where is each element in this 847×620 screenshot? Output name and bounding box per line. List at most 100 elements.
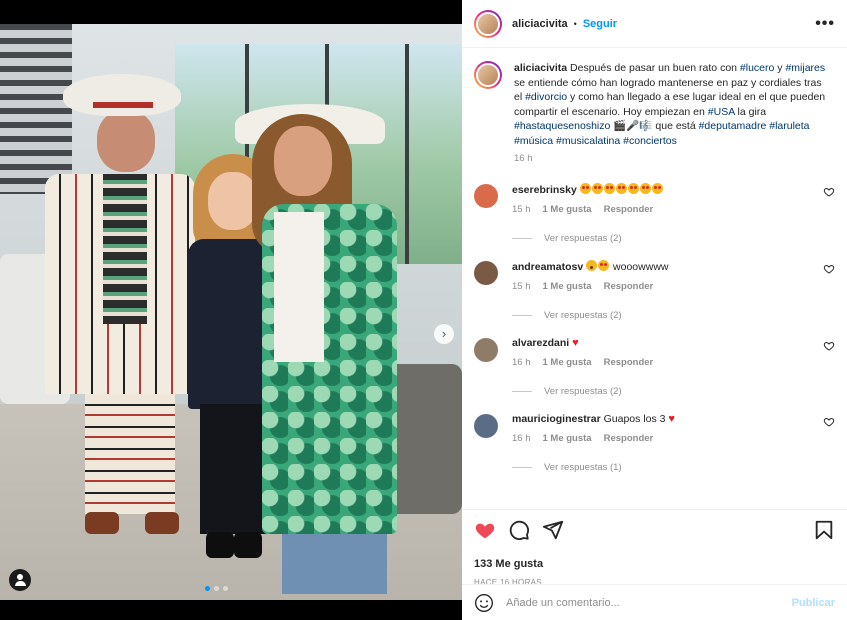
post-photo[interactable]: › [0,24,462,600]
likes-count[interactable]: 133 Me gusta [474,558,835,570]
view-replies-button[interactable]: Ver respuestas (2) [512,386,653,397]
share-icon[interactable] [542,519,564,541]
person-left [45,74,195,544]
comment-icon[interactable] [508,519,530,541]
post-details-panel: aliciacivita • Seguir ••• aliciacivita D… [462,0,847,620]
comment-like-heart-icon[interactable] [823,263,835,275]
view-replies-button[interactable]: Ver respuestas (2) [512,310,668,321]
author-avatar[interactable] [474,9,502,38]
publish-button[interactable]: Publicar [792,597,835,609]
hashtag-link[interactable]: #USA [708,106,735,118]
commenter-avatar[interactable] [474,337,498,362]
hashtag-link[interactable]: #lucero [740,62,774,74]
caption-segment: 🎬🎤🎼 que está [610,120,699,132]
reply-button[interactable]: Responder [604,433,654,444]
heart-eyes-emoji-icon [651,182,663,194]
heart-eyes-emoji-icon [603,182,615,194]
tagged-user-icon[interactable] [9,569,31,591]
comment-item: eserebrinsky 15 h 1 Me gusta Responder Ver … [474,182,835,244]
view-replies-label: Ver respuestas (2) [544,309,622,321]
hashtag-link[interactable]: #divorcio [525,91,567,103]
post-header: aliciacivita • Seguir ••• [462,0,847,48]
heart-eyes-emoji-icon [579,182,591,194]
commenter-username[interactable]: mauricioginestrar [512,413,601,425]
commenter-username[interactable]: andreamatosv [512,261,583,273]
like-heart-icon[interactable] [474,519,496,541]
comment-input[interactable] [506,596,792,609]
caption-segment: Después de pasar un buen rato con [570,62,740,74]
comment-time: 16 h [512,432,531,444]
post-caption: aliciacivita Después de pasar un buen ra… [474,61,835,167]
comment-text: eserebrinsky [512,182,664,196]
next-photo-chevron-icon[interactable]: › [434,324,454,344]
hashtag-link[interactable]: #musicalatina [556,135,620,147]
caption-text: aliciacivita Después de pasar un buen ra… [514,61,829,148]
comment-item: alvarezdani ♥ 16 h 1 Me gusta Responder Ver … [474,337,835,397]
comments-list[interactable]: aliciacivita Después de pasar un buen ra… [462,49,847,509]
reply-button[interactable]: Responder [604,357,654,368]
post-actions: 133 Me gusta HACE 16 HORAS [462,509,847,587]
reply-button[interactable]: Responder [604,204,654,215]
comment-like-heart-icon[interactable] [823,340,835,352]
person-right [252,114,397,600]
comment-item: andreamatosv wooowwww 15 h 1 Me gusta Respo… [474,259,835,321]
heart-eyes-emoji-icon [639,182,651,194]
heart-eyes-emoji-icon [627,182,639,194]
caption-segment: la gira [734,105,767,118]
comment-like-heart-icon[interactable] [823,416,835,428]
commenter-username[interactable]: eserebrinsky [512,184,577,196]
caption-segment: y [774,62,786,74]
red-heart-emoji-icon: ♥ [572,336,579,349]
comment-text: mauricioginestrar Guapos los 3 ♥ [512,413,675,425]
view-replies-button[interactable]: Ver respuestas (1) [512,462,675,473]
comment-likes[interactable]: 1 Me gusta [543,433,592,444]
carousel-dots [205,586,228,591]
comment-likes[interactable]: 1 Me gusta [543,357,592,368]
hashtag-link[interactable]: #música [514,135,553,147]
comment-text: alvarezdani ♥ [512,337,653,349]
add-comment-bar: Publicar [462,584,847,620]
comment-item: mauricioginestrar Guapos los 3 ♥ 16 h 1 Me… [474,413,835,473]
caption-time: 16 h [514,153,533,164]
commenter-avatar[interactable] [474,260,498,285]
carousel-dot [205,586,210,591]
comment-body: wooowwww [613,260,669,273]
instagram-post-modal: › aliciacivita • Seguir ••• aliciacivita… [0,0,847,620]
commenter-avatar[interactable] [474,183,498,208]
dot-separator: • [573,18,577,29]
hashtag-link[interactable]: #hastaquesenoshizo [514,120,610,132]
caption-username[interactable]: aliciacivita [514,62,567,74]
reply-button[interactable]: Responder [604,281,654,292]
author-username[interactable]: aliciacivita [512,18,568,30]
comment-likes[interactable]: 1 Me gusta [543,204,592,215]
view-replies-button[interactable]: Ver respuestas (2) [512,233,664,244]
comment-time: 16 h [512,356,531,368]
view-replies-label: Ver respuestas (1) [544,461,622,473]
save-bookmark-icon[interactable] [813,519,835,541]
comment-time: 15 h [512,203,531,215]
follow-button[interactable]: Seguir [583,18,617,30]
view-replies-label: Ver respuestas (2) [544,232,622,244]
emoji-picker-icon[interactable] [474,593,494,613]
comment-time: 15 h [512,280,531,292]
comment-like-heart-icon[interactable] [823,186,835,198]
comment-body: Guapos los 3 [603,412,666,425]
more-options-icon[interactable]: ••• [815,15,835,33]
comment-text: andreamatosv wooowwww [512,259,669,273]
view-replies-label: Ver respuestas (2) [544,385,622,397]
heart-eyes-emoji-icon [615,182,627,194]
commenter-username[interactable]: alvarezdani [512,337,569,349]
carousel-dot [223,586,228,591]
red-heart-emoji-icon: ♥ [668,412,675,425]
commenter-avatar[interactable] [474,413,498,438]
hashtag-link[interactable]: #laruleta [769,120,809,132]
carousel-dot [214,586,219,591]
hashtag-link[interactable]: #conciertos [623,135,677,147]
astonished-emoji-icon [586,259,598,271]
hashtag-link[interactable]: #deputamadre [699,120,767,132]
heart-eyes-emoji-icon [591,182,603,194]
comment-likes[interactable]: 1 Me gusta [543,281,592,292]
heart-eyes-emoji-icon [598,259,610,271]
hashtag-link[interactable]: #mijares [785,62,825,74]
caption-avatar[interactable] [474,61,502,89]
